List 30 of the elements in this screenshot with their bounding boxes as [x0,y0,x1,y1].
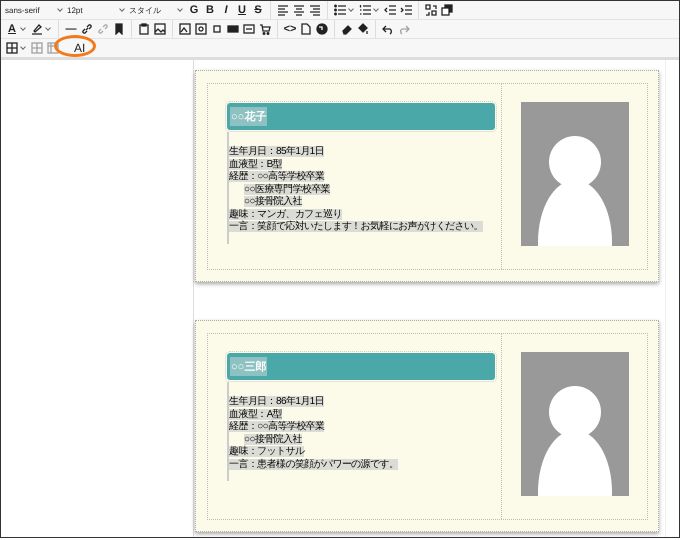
format-button[interactable]: G [187,2,201,18]
ai-button[interactable]: AI [68,40,92,56]
caret-icon[interactable] [373,6,379,12]
format-button[interactable]: I [219,2,233,18]
format-button[interactable]: <> [283,21,297,37]
font-dropdown[interactable]: スタイル [129,2,185,18]
document-icon[interactable] [299,21,313,37]
paste-icon[interactable] [137,21,151,37]
paint-icon[interactable] [356,21,370,37]
format-button[interactable]: — [64,21,78,37]
format-button[interactable]: B [203,2,217,18]
table-icon[interactable] [5,40,19,56]
image-icon[interactable] [153,21,167,37]
copy-icon[interactable] [440,2,454,18]
format-button[interactable]: A [5,21,19,37]
person-name: ○○花子 [230,107,268,126]
find-replace-icon[interactable] [424,2,438,18]
caret-icon[interactable] [20,25,26,31]
bullet-list-icon[interactable] [333,2,347,18]
caret-icon[interactable] [348,6,354,12]
link-icon[interactable] [80,21,94,37]
font-dropdown[interactable]: 12pt [67,2,127,18]
format-button[interactable]: U [235,2,249,18]
person-name: ○○三郎 [230,357,268,376]
caret-icon[interactable] [20,44,26,50]
image-icon[interactable] [178,21,192,37]
font-dropdown[interactable]: sans-serif [5,2,65,18]
image-icon[interactable] [194,21,208,37]
format-button[interactable]: S [251,2,265,18]
caret-icon[interactable] [45,25,51,31]
